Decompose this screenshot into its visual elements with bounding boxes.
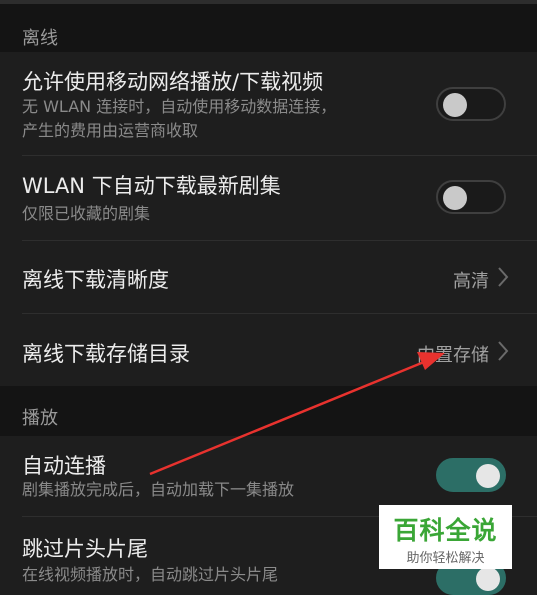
setting-title-wlan-auto-download: WLAN 下自动下载最新剧集 xyxy=(22,174,281,198)
toggle-knob xyxy=(476,464,500,488)
section-header-playback: 播放 xyxy=(0,386,537,436)
toggle-knob xyxy=(476,567,500,591)
setting-title-mobile-network: 允许使用移动网络播放/下载视频 xyxy=(22,70,324,94)
setting-row-autoplay[interactable]: 自动连播 剧集播放完成后，自动加载下一集播放 xyxy=(0,436,537,516)
download-quality-value: 高清 xyxy=(453,271,489,292)
section-header-playback-label: 播放 xyxy=(22,408,58,429)
offline-settings-panel: 允许使用移动网络播放/下载视频 无 WLAN 连接时，自动使用移动数据连接， 产… xyxy=(0,52,537,386)
wlan-auto-download-toggle[interactable] xyxy=(436,180,506,214)
chevron-right-icon xyxy=(498,341,509,361)
watermark-main-text: 百科全说 xyxy=(393,516,498,545)
setting-row-download-storage[interactable]: 离线下载存储目录 内置存储 xyxy=(0,314,537,386)
section-header-offline-label: 离线 xyxy=(22,28,58,49)
setting-title-autoplay: 自动连播 xyxy=(22,454,106,478)
setting-title-download-quality: 离线下载清晰度 xyxy=(22,268,169,292)
setting-title-download-storage: 离线下载存储目录 xyxy=(22,342,190,366)
setting-desc-autoplay: 剧集播放完成后，自动加载下一集播放 xyxy=(22,480,295,499)
setting-row-wlan-auto-download[interactable]: WLAN 下自动下载最新剧集 仅限已收藏的剧集 xyxy=(0,156,537,240)
toggle-knob xyxy=(443,186,467,210)
mobile-network-toggle[interactable] xyxy=(436,87,506,121)
setting-title-skip-intro: 跳过片头片尾 xyxy=(22,537,148,561)
setting-desc-mobile-network-line1: 无 WLAN 连接时，自动使用移动数据连接， xyxy=(22,97,337,116)
setting-desc-wlan-auto-download: 仅限已收藏的剧集 xyxy=(22,204,151,223)
section-header-offline: 离线 xyxy=(0,4,537,52)
watermark-logo: 百科全说 助你轻松解决 xyxy=(379,505,512,569)
autoplay-toggle[interactable] xyxy=(436,458,506,492)
setting-row-mobile-network[interactable]: 允许使用移动网络播放/下载视频 无 WLAN 连接时，自动使用移动数据连接， 产… xyxy=(0,52,537,155)
chevron-right-icon xyxy=(498,267,509,287)
setting-desc-mobile-network-line2: 产生的费用由运营商收取 xyxy=(22,121,199,140)
toggle-knob xyxy=(443,93,467,117)
download-storage-value: 内置存储 xyxy=(417,345,489,366)
setting-row-download-quality[interactable]: 离线下载清晰度 高清 xyxy=(0,241,537,313)
watermark-sub-text: 助你轻松解决 xyxy=(406,551,485,566)
setting-desc-skip-intro: 在线视频播放时，自动跳过片头片尾 xyxy=(22,565,279,584)
